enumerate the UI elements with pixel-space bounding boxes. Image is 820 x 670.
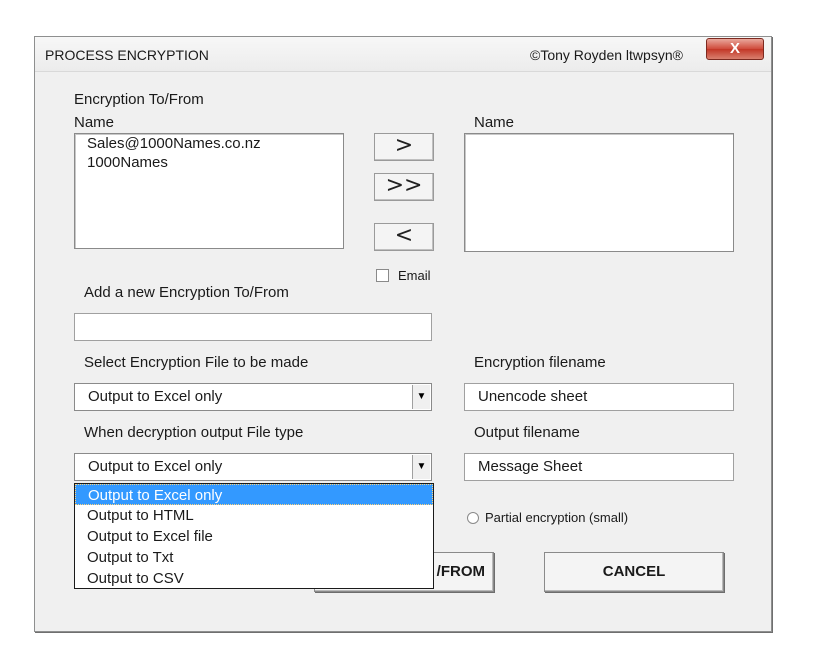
window-title: PROCESS ENCRYPTION: [45, 47, 209, 63]
decryption-type-select[interactable]: Output to Excel only ▼: [74, 453, 432, 481]
add-all-button[interactable]: >>: [374, 173, 434, 201]
partial-encryption-radio[interactable]: [467, 512, 479, 524]
encryption-file-select[interactable]: Output to Excel only ▼: [74, 383, 432, 411]
list-item[interactable]: 1000Names: [75, 153, 343, 172]
remove-selected-button[interactable]: <: [374, 223, 434, 251]
decryption-type-options[interactable]: Output to Excel only Output to HTML Outp…: [74, 483, 434, 589]
list-item[interactable]: Sales@1000Names.co.nz: [75, 134, 343, 153]
encryption-file-label: Select Encryption File to be made: [84, 354, 309, 371]
target-name-list[interactable]: [464, 133, 734, 252]
encryption-filename-input[interactable]: Unencode sheet: [464, 383, 734, 411]
output-filename-label: Output filename: [474, 424, 580, 441]
left-list-name-header: Name: [74, 114, 115, 131]
dropdown-option-selected[interactable]: Output to Excel only: [75, 484, 433, 505]
dropdown-arrow-icon[interactable]: ▼: [412, 385, 430, 409]
email-checkbox[interactable]: [376, 269, 389, 282]
title-bar: PROCESS ENCRYPTION ©Tony Royden ltwpsyn®…: [35, 37, 771, 72]
dropdown-option[interactable]: Output to Excel file: [75, 526, 433, 547]
source-name-list[interactable]: Sales@1000Names.co.nz 1000Names: [74, 133, 344, 249]
close-button[interactable]: X: [706, 38, 764, 60]
email-checkbox-label: Email: [398, 268, 431, 283]
cancel-button[interactable]: CANCEL: [544, 552, 724, 592]
add-new-entry-label: Add a new Encryption To/From: [84, 284, 289, 301]
encryption-to-from-heading: Encryption To/From: [74, 91, 204, 108]
dropdown-option[interactable]: Output to Txt: [75, 547, 433, 568]
dropdown-option[interactable]: Output to CSV: [75, 568, 433, 589]
copyright-text: ©Tony Royden ltwpsyn®: [530, 47, 683, 63]
add-selected-button[interactable]: >: [374, 133, 434, 161]
output-filename-input[interactable]: Message Sheet: [464, 453, 734, 481]
decryption-type-label: When decryption output File type: [84, 424, 304, 441]
process-button-label: /FROM: [436, 563, 485, 580]
encryption-file-selected-value: Output to Excel only: [88, 388, 223, 405]
dropdown-option[interactable]: Output to HTML: [75, 505, 433, 526]
partial-encryption-label: Partial encryption (small): [485, 510, 629, 525]
encryption-filename-label: Encryption filename: [474, 354, 606, 371]
decryption-type-selected-value: Output to Excel only: [88, 458, 223, 475]
new-entry-input[interactable]: [74, 313, 432, 341]
right-list-name-header: Name: [474, 114, 515, 131]
dropdown-arrow-icon[interactable]: ▼: [412, 455, 430, 479]
